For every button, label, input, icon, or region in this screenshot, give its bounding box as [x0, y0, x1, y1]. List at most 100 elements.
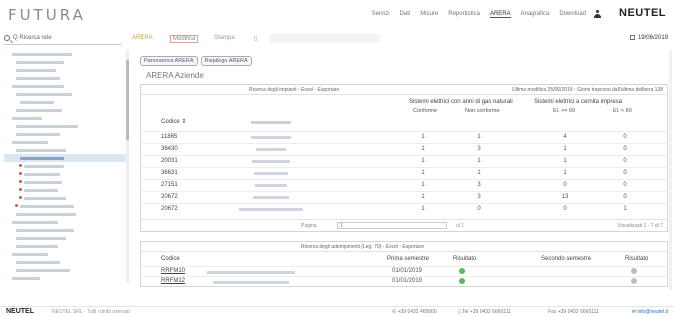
row-value: 1 [421, 194, 425, 200]
page-title: ARERA Aziende [146, 71, 204, 80]
sidebar-tree-item-label [16, 237, 66, 240]
row-code[interactable]: 27151 [161, 182, 178, 188]
toolbar-item-stampa[interactable]: Stampa [214, 35, 235, 41]
row-value: 1 [421, 134, 425, 140]
row-name [252, 160, 290, 163]
sidebar-tree-item[interactable] [4, 162, 126, 170]
tab-riepilogo[interactable]: Riepilogo ARERA [200, 56, 252, 66]
sidebar-tree-item[interactable] [4, 106, 126, 114]
sidebar-tree-item-label [16, 109, 62, 112]
sidebar-tree-item[interactable] [4, 170, 126, 178]
row-code[interactable]: 20672 [161, 194, 178, 200]
sidebar-tree-item[interactable] [4, 146, 126, 154]
scrollbar-thumb[interactable] [126, 60, 129, 140]
row-code[interactable]: 11865 [161, 134, 177, 140]
table-row[interactable]: 36430 1 3 1 0 [141, 143, 667, 154]
sidebar-tree-item[interactable] [4, 266, 126, 274]
sidebar-tree-item-label [16, 269, 70, 272]
sidebar-tree-item[interactable] [4, 218, 126, 226]
toolbar-item-arera[interactable]: ARERA [132, 35, 153, 41]
sidebar-tree-item[interactable] [4, 242, 126, 250]
table-row[interactable]: 20672 1 3 13 0 [141, 191, 667, 202]
column-header-first-semester: Prima semestre [387, 256, 430, 262]
nav-item[interactable]: Dati [400, 11, 411, 18]
sidebar-tree-item[interactable] [4, 274, 126, 282]
nav-item[interactable]: Download [559, 11, 586, 18]
table-row[interactable]: 11865 1 1 4 0 [141, 131, 667, 142]
sidebar-tree-item[interactable] [4, 154, 126, 162]
table-row[interactable]: RRFM12 01/01/2019 [141, 276, 667, 284]
sidebar-tree-item[interactable] [4, 130, 126, 138]
tab-panoramica[interactable]: Panoramica ARERA [140, 56, 198, 66]
row-value: 1 [623, 206, 627, 212]
panel-header-links[interactable]: Ricerca degli impianti - Excel - Esporta… [249, 87, 339, 93]
sidebar-search[interactable]: Q Ricerca rete [4, 34, 122, 45]
sidebar-search-input[interactable]: Q Ricerca rete [13, 35, 52, 41]
sidebar-tree-item[interactable] [4, 58, 126, 66]
sidebar-tree-item[interactable] [4, 122, 126, 130]
sidebar-tree-item[interactable] [4, 194, 126, 202]
row-code[interactable]: 20672 [161, 206, 178, 212]
group-header-1: Sistemi elettrici con anni di gas natura… [409, 99, 513, 105]
toolbar-item-modifica[interactable]: Modifica [170, 35, 199, 43]
row-code-link[interactable]: RRFM12 [161, 278, 185, 284]
column-header-code[interactable]: Codice ⇕ [161, 118, 186, 125]
sidebar-tree-item[interactable] [4, 98, 126, 106]
row-name [256, 148, 286, 151]
sidebar-tree-item[interactable] [4, 210, 126, 218]
table-row[interactable]: 20672 1 0 0 1 [141, 203, 667, 214]
panel-header-links[interactable]: Ricerca degli adempimenti (Leg. 70) - Ex… [301, 244, 424, 250]
sidebar-tree-item[interactable] [4, 250, 126, 258]
toolbar-input[interactable] [270, 34, 380, 43]
app-logo[interactable]: FUTURA [8, 6, 86, 24]
table-row[interactable]: RRFM10 01/01/2019 [141, 266, 667, 274]
sidebar-tree-item[interactable] [4, 186, 126, 194]
tel-text[interactable]: ▯ Tel +39 0432 6660111 [458, 309, 511, 315]
sidebar-tree-item-label [24, 165, 64, 168]
nav-item[interactable]: Anagrafica [521, 11, 550, 18]
current-date[interactable]: 19/06/2019 [629, 35, 668, 41]
sidebar-tree-item[interactable] [4, 66, 126, 74]
table-row[interactable]: 27151 1 3 0 0 [141, 179, 667, 190]
nav-item[interactable]: Reportistica [448, 11, 480, 18]
user-icon[interactable] [594, 10, 601, 18]
status-dot-icon [631, 278, 637, 284]
sidebar-tree-item[interactable] [4, 226, 126, 234]
row-code[interactable]: 20031 [161, 158, 178, 164]
sidebar-tree-item[interactable] [4, 90, 126, 98]
row-value: 1 [563, 146, 567, 152]
status-dot-icon [15, 204, 18, 207]
main-scrollbar[interactable] [669, 50, 672, 290]
column-header-code[interactable]: Codice [161, 256, 180, 262]
sidebar-tree-item[interactable] [4, 282, 126, 283]
sidebar-tree-item[interactable] [4, 138, 126, 146]
sidebar-tree-item[interactable] [4, 178, 126, 186]
sidebar-tree-item[interactable] [4, 258, 126, 266]
sidebar-tree-item[interactable] [4, 74, 126, 82]
status-dot-icon [19, 188, 22, 191]
row-value: 1 [421, 158, 425, 164]
sidebar-tree-item[interactable] [4, 82, 126, 90]
row-code[interactable]: 36631 [161, 170, 178, 176]
nav-item[interactable]: Misure [420, 11, 438, 18]
row-name [254, 172, 288, 175]
sidebar-tree-item-label [16, 261, 60, 264]
obligations-panel: Ricerca degli adempimenti (Leg. 70) - Ex… [140, 241, 668, 287]
phone-text[interactable]: ✆ +39 0432 465000 [392, 309, 437, 315]
status-dot-icon [459, 278, 465, 284]
email-link[interactable]: ✉ info@neutel.it [632, 309, 668, 315]
sidebar-tree-item[interactable] [4, 50, 126, 58]
table-row[interactable]: 36631 1 1 1 0 [141, 167, 667, 178]
sidebar-tree-item[interactable] [4, 234, 126, 242]
nav-item[interactable]: Servizi [372, 11, 390, 18]
row-code[interactable]: 36430 [161, 146, 178, 152]
table-row[interactable]: 20031 1 1 1 0 [141, 155, 667, 166]
row-code-link[interactable]: RRFM10 [161, 268, 185, 274]
nav-item-active[interactable]: ARERA [489, 11, 511, 18]
sidebar-tree-item[interactable] [4, 114, 126, 122]
copy-icon[interactable]: ▯ [254, 35, 257, 42]
sidebar-tree-item[interactable] [4, 202, 126, 210]
last-update-text: Ultimo modifica 25/06/2019 - Giorni tras… [511, 87, 663, 93]
sidebar-scrollbar[interactable] [126, 50, 129, 283]
page-number-input[interactable]: 1 [337, 222, 447, 229]
